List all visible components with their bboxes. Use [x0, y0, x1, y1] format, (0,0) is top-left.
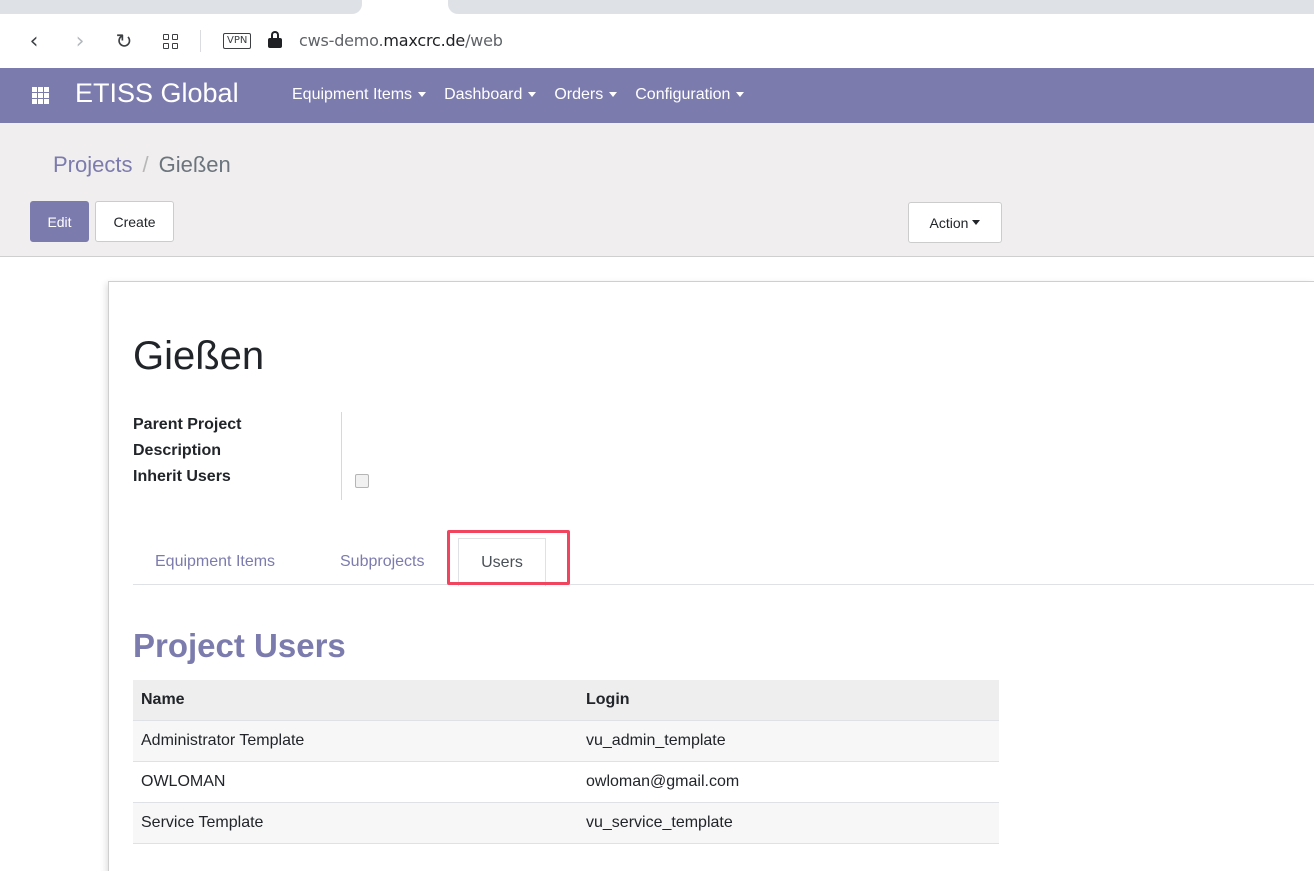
lock-icon[interactable] — [268, 31, 282, 49]
menu-label: Orders — [554, 86, 604, 103]
menu-label: Dashboard — [444, 86, 523, 103]
caret-down-icon — [609, 92, 618, 98]
caret-down-icon — [418, 92, 427, 98]
main-navbar: ETISS Global Equipment Items Dashboard O… — [0, 68, 1314, 123]
menu-orders[interactable]: Orders — [554, 86, 618, 104]
user-login-cell: vu_service_template — [578, 802, 999, 844]
parent-project-label: Parent Project — [133, 416, 242, 433]
breadcrumb-separator: / — [142, 152, 149, 177]
browser-tab[interactable] — [448, 0, 1314, 14]
menu-dashboard[interactable]: Dashboard — [444, 86, 537, 104]
vpn-badge[interactable]: VPN — [223, 33, 252, 49]
action-dropdown-button[interactable]: Action — [908, 202, 1002, 243]
highlight-box — [447, 530, 570, 585]
project-users-table: Name Login Administrator Template vu_adm… — [133, 680, 999, 844]
table-row[interactable]: Service Template vu_service_template — [133, 802, 999, 844]
notebook-tabs: Equipment Items Subprojects Users — [133, 538, 1314, 586]
menu-label: Configuration — [635, 86, 731, 103]
field-labels: Parent Project Description Inherit Users — [133, 412, 241, 490]
caret-down-icon — [736, 92, 745, 98]
user-name-cell: Administrator Template — [133, 720, 578, 762]
description-label: Description — [133, 442, 222, 459]
field-divider — [341, 412, 342, 500]
url-text[interactable]: cws-demo.maxcrc.de/web — [299, 31, 503, 50]
control-panel: Projects / Gießen Edit Create Action — [0, 123, 1314, 257]
project-users-title: Project Users — [133, 627, 346, 664]
forward-icon[interactable]: › — [68, 28, 92, 54]
caret-down-icon — [972, 220, 981, 225]
top-menu: Equipment Items Dashboard Orders Configu… — [292, 86, 762, 104]
record-title: Gießen — [133, 334, 265, 378]
breadcrumb: Projects / Gießen — [53, 152, 231, 178]
browser-tab[interactable] — [0, 0, 362, 14]
app-brand[interactable]: ETISS Global — [75, 78, 239, 109]
back-icon[interactable]: ‹ — [22, 28, 46, 54]
menu-label: Equipment Items — [292, 86, 413, 103]
inherit-users-checkbox[interactable] — [355, 474, 369, 488]
tab-equipment-items[interactable]: Equipment Items — [155, 538, 275, 585]
browser-address-bar: ‹ › ↻ VPN cws-demo.maxcrc.de/web — [0, 14, 1314, 68]
menu-equipment-items[interactable]: Equipment Items — [292, 86, 427, 104]
inherit-users-label: Inherit Users — [133, 468, 231, 485]
table-row[interactable]: Administrator Template vu_admin_template — [133, 720, 999, 762]
breadcrumb-projects-link[interactable]: Projects — [53, 152, 132, 177]
create-button[interactable]: Create — [95, 201, 174, 242]
menu-configuration[interactable]: Configuration — [635, 86, 745, 104]
url-prefix: cws-demo. — [299, 31, 384, 50]
column-header-login[interactable]: Login — [578, 680, 999, 721]
table-header-row: Name Login — [133, 680, 999, 721]
browser-tab-strip — [0, 0, 1314, 14]
user-name-cell: Service Template — [133, 802, 578, 844]
reload-icon[interactable]: ↻ — [112, 28, 136, 54]
url-host: maxcrc.de — [383, 31, 466, 50]
tab-subprojects[interactable]: Subprojects — [340, 538, 425, 585]
url-path: /web — [465, 31, 503, 50]
table-row[interactable]: OWLOMAN owloman@gmail.com — [133, 761, 999, 803]
user-login-cell: owloman@gmail.com — [578, 761, 999, 803]
user-name-cell: OWLOMAN — [133, 761, 578, 803]
address-separator — [200, 30, 201, 52]
tab-grid-icon[interactable] — [158, 28, 182, 54]
action-label: Action — [929, 214, 969, 231]
caret-down-icon — [528, 92, 537, 98]
edit-button[interactable]: Edit — [30, 201, 89, 242]
breadcrumb-current: Gießen — [158, 152, 231, 177]
form-sheet: Gießen Parent Project Description Inheri… — [108, 281, 1314, 871]
apps-menu-icon[interactable] — [32, 87, 49, 104]
column-header-name[interactable]: Name — [133, 680, 578, 721]
user-login-cell: vu_admin_template — [578, 720, 999, 762]
